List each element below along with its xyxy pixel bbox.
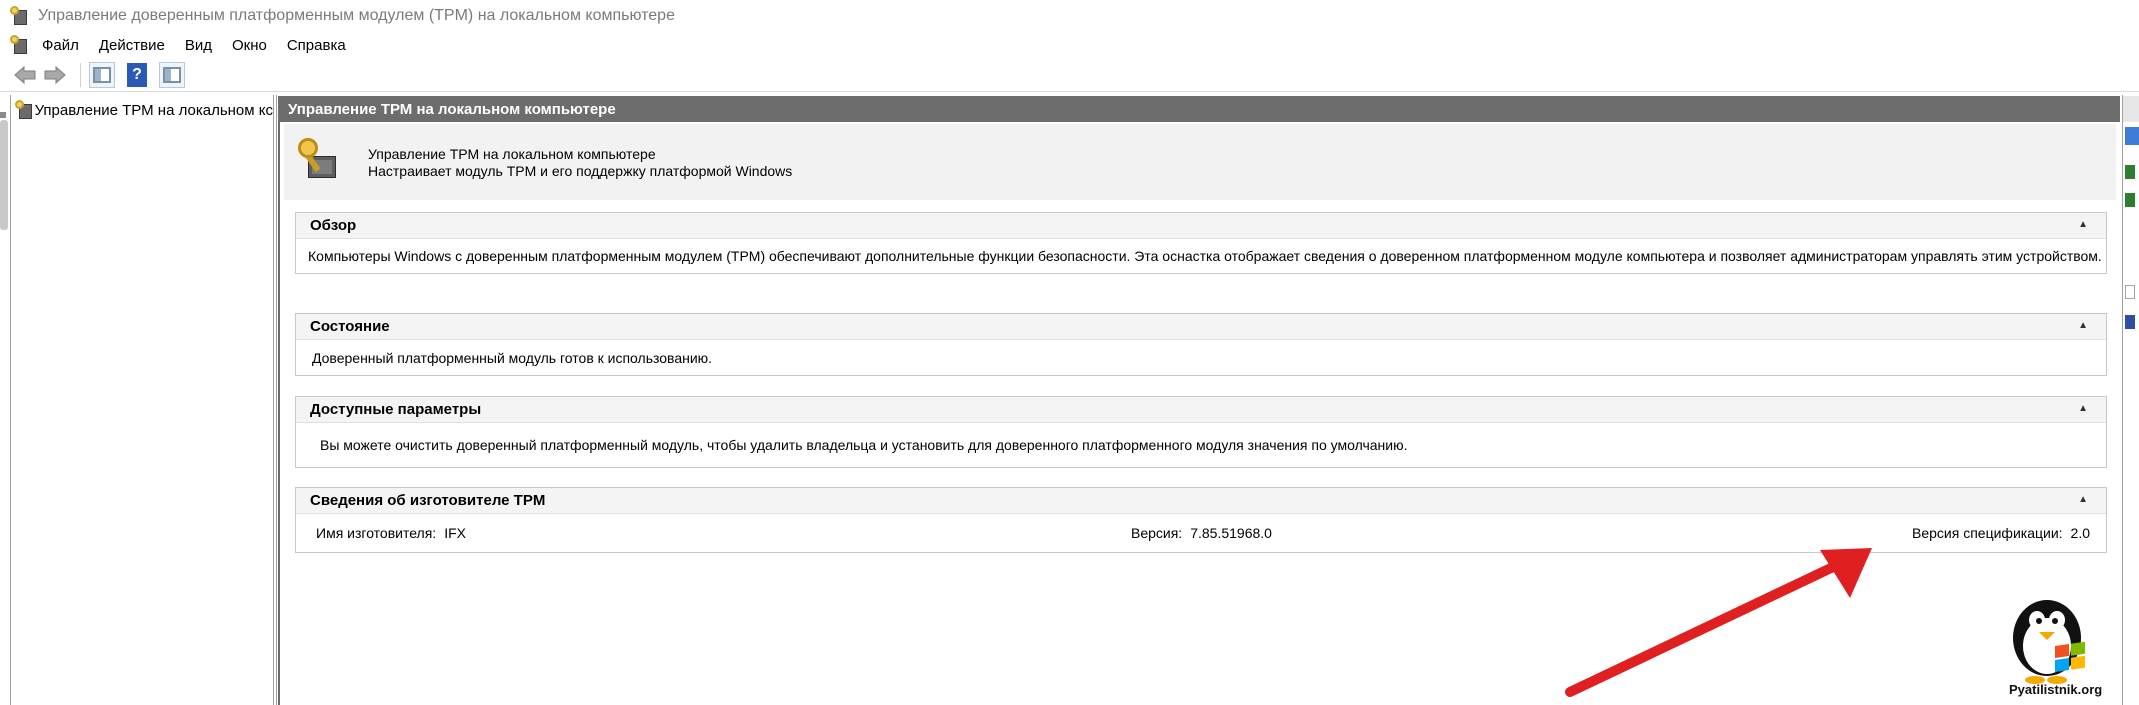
system-menu-icon[interactable] xyxy=(10,35,28,55)
version-label: Версия: xyxy=(1131,525,1183,541)
menu-view[interactable]: Вид xyxy=(185,37,212,54)
section-title: Сведения об изготовителе TPM xyxy=(310,492,546,509)
intro-title: Управление ТРМ на локальном компьютере xyxy=(368,146,656,162)
spec-version-value: 2.0 xyxy=(2070,525,2090,541)
action-prepare-icon[interactable] xyxy=(2125,165,2135,179)
menu-file[interactable]: Файл xyxy=(42,37,79,54)
tpm-chip-key-icon xyxy=(298,138,338,182)
show-hide-action-pane-icon[interactable] xyxy=(159,61,185,88)
section-body: Доверенный платформенный модуль готов к … xyxy=(296,340,2106,375)
toolbar: ? xyxy=(0,58,2139,92)
section-title: Состояние xyxy=(310,318,390,335)
actions-pane xyxy=(2122,95,2139,705)
window-title: Управление доверенным платформенным моду… xyxy=(38,7,675,24)
action-help-icon[interactable] xyxy=(2125,315,2135,329)
overview-text: Компьютеры Windows с доверенным платформ… xyxy=(308,248,2102,264)
section-header[interactable]: Доступные параметры ▲ xyxy=(296,397,2106,423)
action-clear-icon[interactable] xyxy=(2125,193,2135,207)
left-scrollbar[interactable] xyxy=(0,120,8,230)
options-text: Вы можете очистить доверенный платформен… xyxy=(320,437,1408,453)
help-icon[interactable]: ? xyxy=(127,62,147,87)
manufacturer-value: IFX xyxy=(444,525,466,541)
section-header[interactable]: Состояние ▲ xyxy=(296,314,2106,340)
actions-selected-item[interactable] xyxy=(2125,127,2139,145)
tpm-node-icon xyxy=(15,100,32,120)
pane-header: Управление ТРМ на локальном компьютере xyxy=(278,96,2120,122)
red-arrow-annotation xyxy=(1565,548,1872,697)
manufacturer-label: Имя изготовителя: xyxy=(316,525,437,541)
spec-version-label: Версия спецификации: xyxy=(1912,525,2063,541)
action-view-icon[interactable] xyxy=(2125,285,2135,299)
tree-item-tpm-root[interactable]: Управление ТРМ на локальном кс xyxy=(15,99,273,121)
section-header[interactable]: Обзор ▲ xyxy=(296,213,2106,239)
menu-help[interactable]: Справка xyxy=(287,37,346,54)
back-arrow-icon[interactable] xyxy=(12,62,38,88)
watermark-text: Pyatilistnik.org xyxy=(2009,682,2103,697)
spec-version-field: Версия спецификации: 2.0 xyxy=(1912,514,2090,552)
section-header[interactable]: Сведения об изготовителе TPM ▲ xyxy=(296,488,2106,514)
menu-window[interactable]: Окно xyxy=(232,37,267,54)
collapse-up-icon[interactable]: ▲ xyxy=(2078,219,2088,230)
tpm-app-icon xyxy=(10,6,28,26)
section-options: Доступные параметры ▲ Вы можете очистить… xyxy=(295,396,2107,468)
snapin-intro: Управление ТРМ на локальном компьютере Н… xyxy=(284,124,2116,200)
status-text: Доверенный платформенный модуль готов к … xyxy=(312,349,713,366)
section-overview: Обзор ▲ Компьютеры Windows с доверенным … xyxy=(295,212,2107,274)
collapse-up-icon[interactable]: ▲ xyxy=(2078,494,2088,505)
window-titlebar: Управление доверенным платформенным моду… xyxy=(0,0,2139,32)
show-hide-console-tree-icon[interactable] xyxy=(89,61,115,88)
toolbar-separator xyxy=(80,62,81,87)
tree-expander-icon[interactable] xyxy=(0,112,6,118)
forward-arrow-icon[interactable] xyxy=(42,62,68,88)
menu-action[interactable]: Действие xyxy=(99,37,165,54)
version-field: Версия: 7.85.51968.0 xyxy=(1131,514,1272,552)
section-body: Компьютеры Windows с доверенным платформ… xyxy=(296,239,2106,273)
console-tree: Управление ТРМ на локальном кс xyxy=(10,95,274,705)
collapse-up-icon[interactable]: ▲ xyxy=(2078,403,2088,414)
actions-header xyxy=(2123,96,2139,122)
section-body: Вы можете очистить доверенный платформен… xyxy=(296,423,2106,467)
intro-subtitle: Настраивает модуль TPM и его поддержку п… xyxy=(368,163,793,179)
section-title: Обзор xyxy=(310,217,357,234)
section-title: Доступные параметры xyxy=(310,401,482,418)
menu-bar: Файл Действие Вид Окно Справка xyxy=(0,32,2139,58)
manufacturer-field: Имя изготовителя: IFX xyxy=(316,514,466,552)
tree-item-label: Управление ТРМ на локальном кс xyxy=(34,101,273,119)
version-value: 7.85.51968.0 xyxy=(1190,525,1272,541)
section-status: Состояние ▲ Доверенный платформенный мод… xyxy=(295,313,2107,376)
collapse-up-icon[interactable]: ▲ xyxy=(2078,320,2088,331)
